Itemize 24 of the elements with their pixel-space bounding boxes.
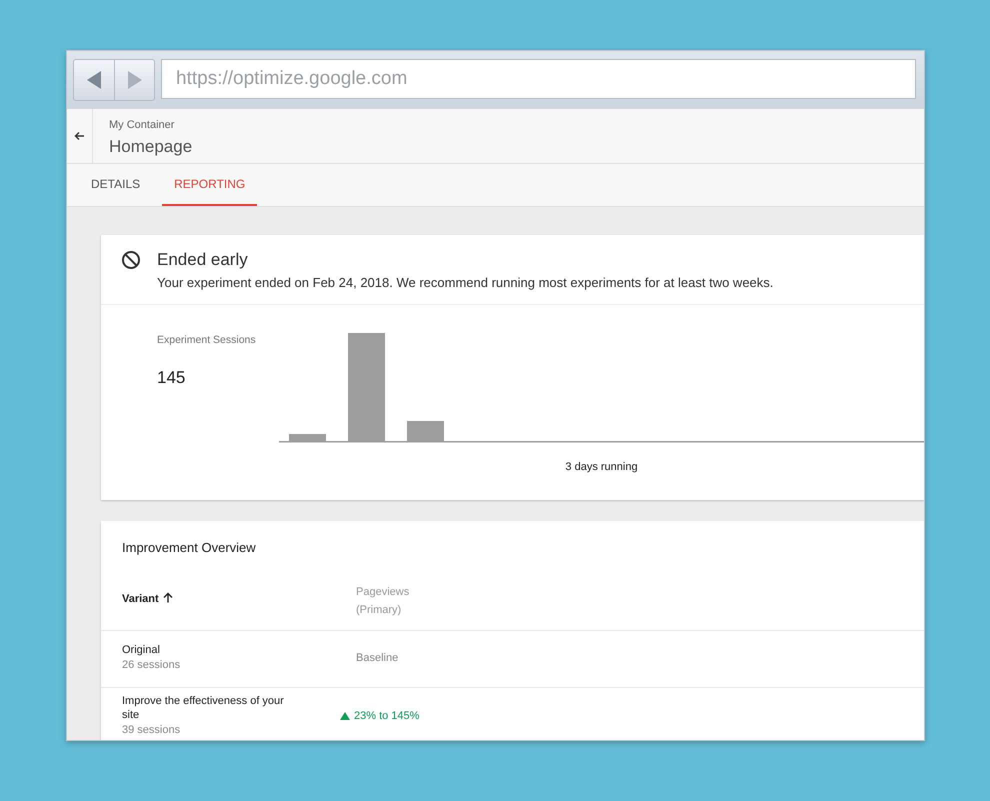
left-triangle-icon bbox=[86, 70, 102, 90]
metric-value: 145 bbox=[157, 366, 186, 389]
column-header[interactable]: Variant bbox=[122, 592, 159, 604]
column-header[interactable]: Pageviews bbox=[356, 586, 410, 598]
status-title: Ended early bbox=[157, 249, 249, 271]
section-title: Improvement Overview bbox=[121, 539, 257, 557]
variant-name: Improve the effectiveness of your site bbox=[122, 694, 285, 722]
column-subtitle: (Primary) bbox=[356, 602, 402, 616]
page-title: Homepage bbox=[109, 136, 192, 158]
metric-label: Experiment Sessions bbox=[157, 333, 257, 348]
tab[interactable]: REPORTING bbox=[162, 164, 258, 206]
breadcrumb[interactable]: My Container bbox=[109, 117, 192, 134]
session-count: 39 sessions bbox=[122, 722, 182, 738]
result-text: Baseline bbox=[356, 651, 398, 666]
chart-caption: 3 days running bbox=[564, 460, 639, 475]
left-arrow-icon bbox=[74, 131, 85, 141]
right-triangle-icon bbox=[126, 70, 142, 90]
tab[interactable]: DETAILS bbox=[79, 164, 152, 206]
blocked-icon bbox=[121, 250, 141, 270]
up-triangle-icon bbox=[340, 712, 350, 720]
variant-name: Original bbox=[122, 643, 161, 658]
status-message: Your experiment ended on Feb 24, 2018. We recommend running most experiments for at least two weeks. bbox=[157, 274, 774, 292]
session-count: 26 sessions bbox=[122, 658, 182, 674]
result-text: 23% to 145% bbox=[354, 708, 420, 724]
